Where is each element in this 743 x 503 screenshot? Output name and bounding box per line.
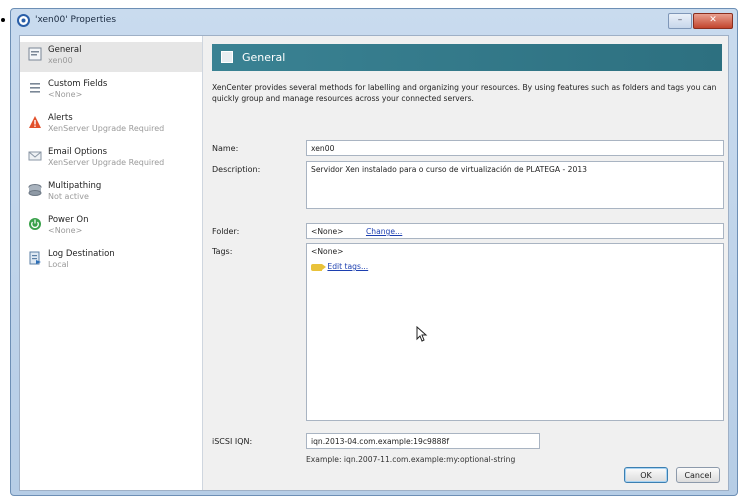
sidebar-item-sublabel: xen00 [48, 56, 73, 65]
ok-button[interactable]: OK [624, 467, 668, 483]
name-label: Name: [212, 144, 239, 153]
power-on-icon [29, 218, 41, 230]
name-value: xen00 [311, 144, 335, 153]
custom-fields-icon [30, 83, 40, 93]
sidebar-item-email-options[interactable]: Email Options XenServer Upgrade Required [20, 144, 202, 174]
intro-text: XenCenter provides several methods for l… [212, 83, 717, 103]
window-title: 'xen00' Properties [35, 15, 117, 25]
sidebar-item-sublabel: XenServer Upgrade Required [48, 124, 165, 133]
description-value: Servidor Xen instalado para o curso de v… [311, 165, 587, 174]
properties-sidebar: General xen00 Custom Fields <None> Alert… [20, 36, 203, 490]
sidebar-item-label: Log Destination [48, 249, 115, 259]
folder-field: <None> Change... [306, 223, 724, 239]
iqn-field[interactable]: iqn.2013-04.com.example:19c9888f [306, 433, 540, 449]
tags-value: <None> [311, 247, 344, 256]
close-button[interactable]: ✕ [693, 13, 733, 29]
minimize-button[interactable]: – [668, 13, 692, 29]
alert-warning-icon [29, 116, 41, 128]
sidebar-item-custom-fields[interactable]: Custom Fields <None> [20, 76, 202, 106]
tags-label: Tags: [212, 247, 233, 256]
sidebar-item-power-on[interactable]: Power On <None> [20, 212, 202, 242]
sidebar-item-sublabel: XenServer Upgrade Required [48, 158, 165, 167]
tags-field[interactable]: <None> Edit tags... [306, 243, 724, 421]
sidebar-item-label: Alerts [48, 113, 73, 123]
title-bar: 'xen00' Properties – ✕ [11, 9, 737, 33]
window-controls: – ✕ [668, 13, 733, 29]
sidebar-item-sublabel: <None> [48, 90, 83, 99]
iqn-label: iSCSI IQN: [212, 437, 253, 446]
edit-tags-link[interactable]: Edit tags... [327, 262, 368, 271]
email-icon [28, 151, 42, 161]
log-destination-icon [29, 251, 41, 265]
folder-label: Folder: [212, 227, 240, 236]
sidebar-item-sublabel: <None> [48, 226, 83, 235]
general-page-icon [28, 47, 42, 61]
section-title: General [242, 51, 286, 64]
iqn-value: iqn.2013-04.com.example:19c9888f [311, 437, 450, 446]
sidebar-item-label: Email Options [48, 147, 108, 157]
sidebar-item-label: Power On [48, 215, 89, 225]
list-bullet [1, 18, 5, 22]
sidebar-item-label: General [48, 45, 82, 55]
cancel-button[interactable]: Cancel [676, 467, 720, 483]
sidebar-item-label: Multipathing [48, 181, 102, 191]
sidebar-item-log-destination[interactable]: Log Destination Local [20, 246, 202, 276]
sidebar-item-general[interactable]: General xen00 [20, 42, 202, 72]
xencenter-app-icon [17, 14, 30, 27]
mouse-cursor-icon [416, 326, 428, 342]
name-field[interactable]: xen00 [306, 140, 724, 156]
tag-icon [311, 263, 326, 271]
sidebar-item-sublabel: Local [48, 260, 69, 269]
description-field[interactable]: Servidor Xen instalado para o curso de v… [306, 161, 724, 209]
folder-value: <None> [311, 227, 344, 236]
general-page-icon [221, 51, 233, 63]
sidebar-item-sublabel: Not active [48, 192, 89, 201]
change-folder-link[interactable]: Change... [366, 227, 402, 236]
dialog-content: General xen00 Custom Fields <None> Alert… [19, 35, 729, 491]
section-header: General [212, 44, 722, 71]
iqn-example: Example: iqn.2007-11.com.example:my:opti… [306, 455, 516, 464]
sidebar-item-label: Custom Fields [48, 79, 108, 89]
sidebar-item-multipathing[interactable]: Multipathing Not active [20, 178, 202, 208]
properties-dialog: 'xen00' Properties – ✕ General xen00 Cus… [10, 8, 738, 496]
description-label: Description: [212, 165, 261, 174]
sidebar-item-alerts[interactable]: Alerts XenServer Upgrade Required [20, 110, 202, 140]
multipathing-icon [28, 184, 42, 196]
top-strip [0, 0, 743, 6]
